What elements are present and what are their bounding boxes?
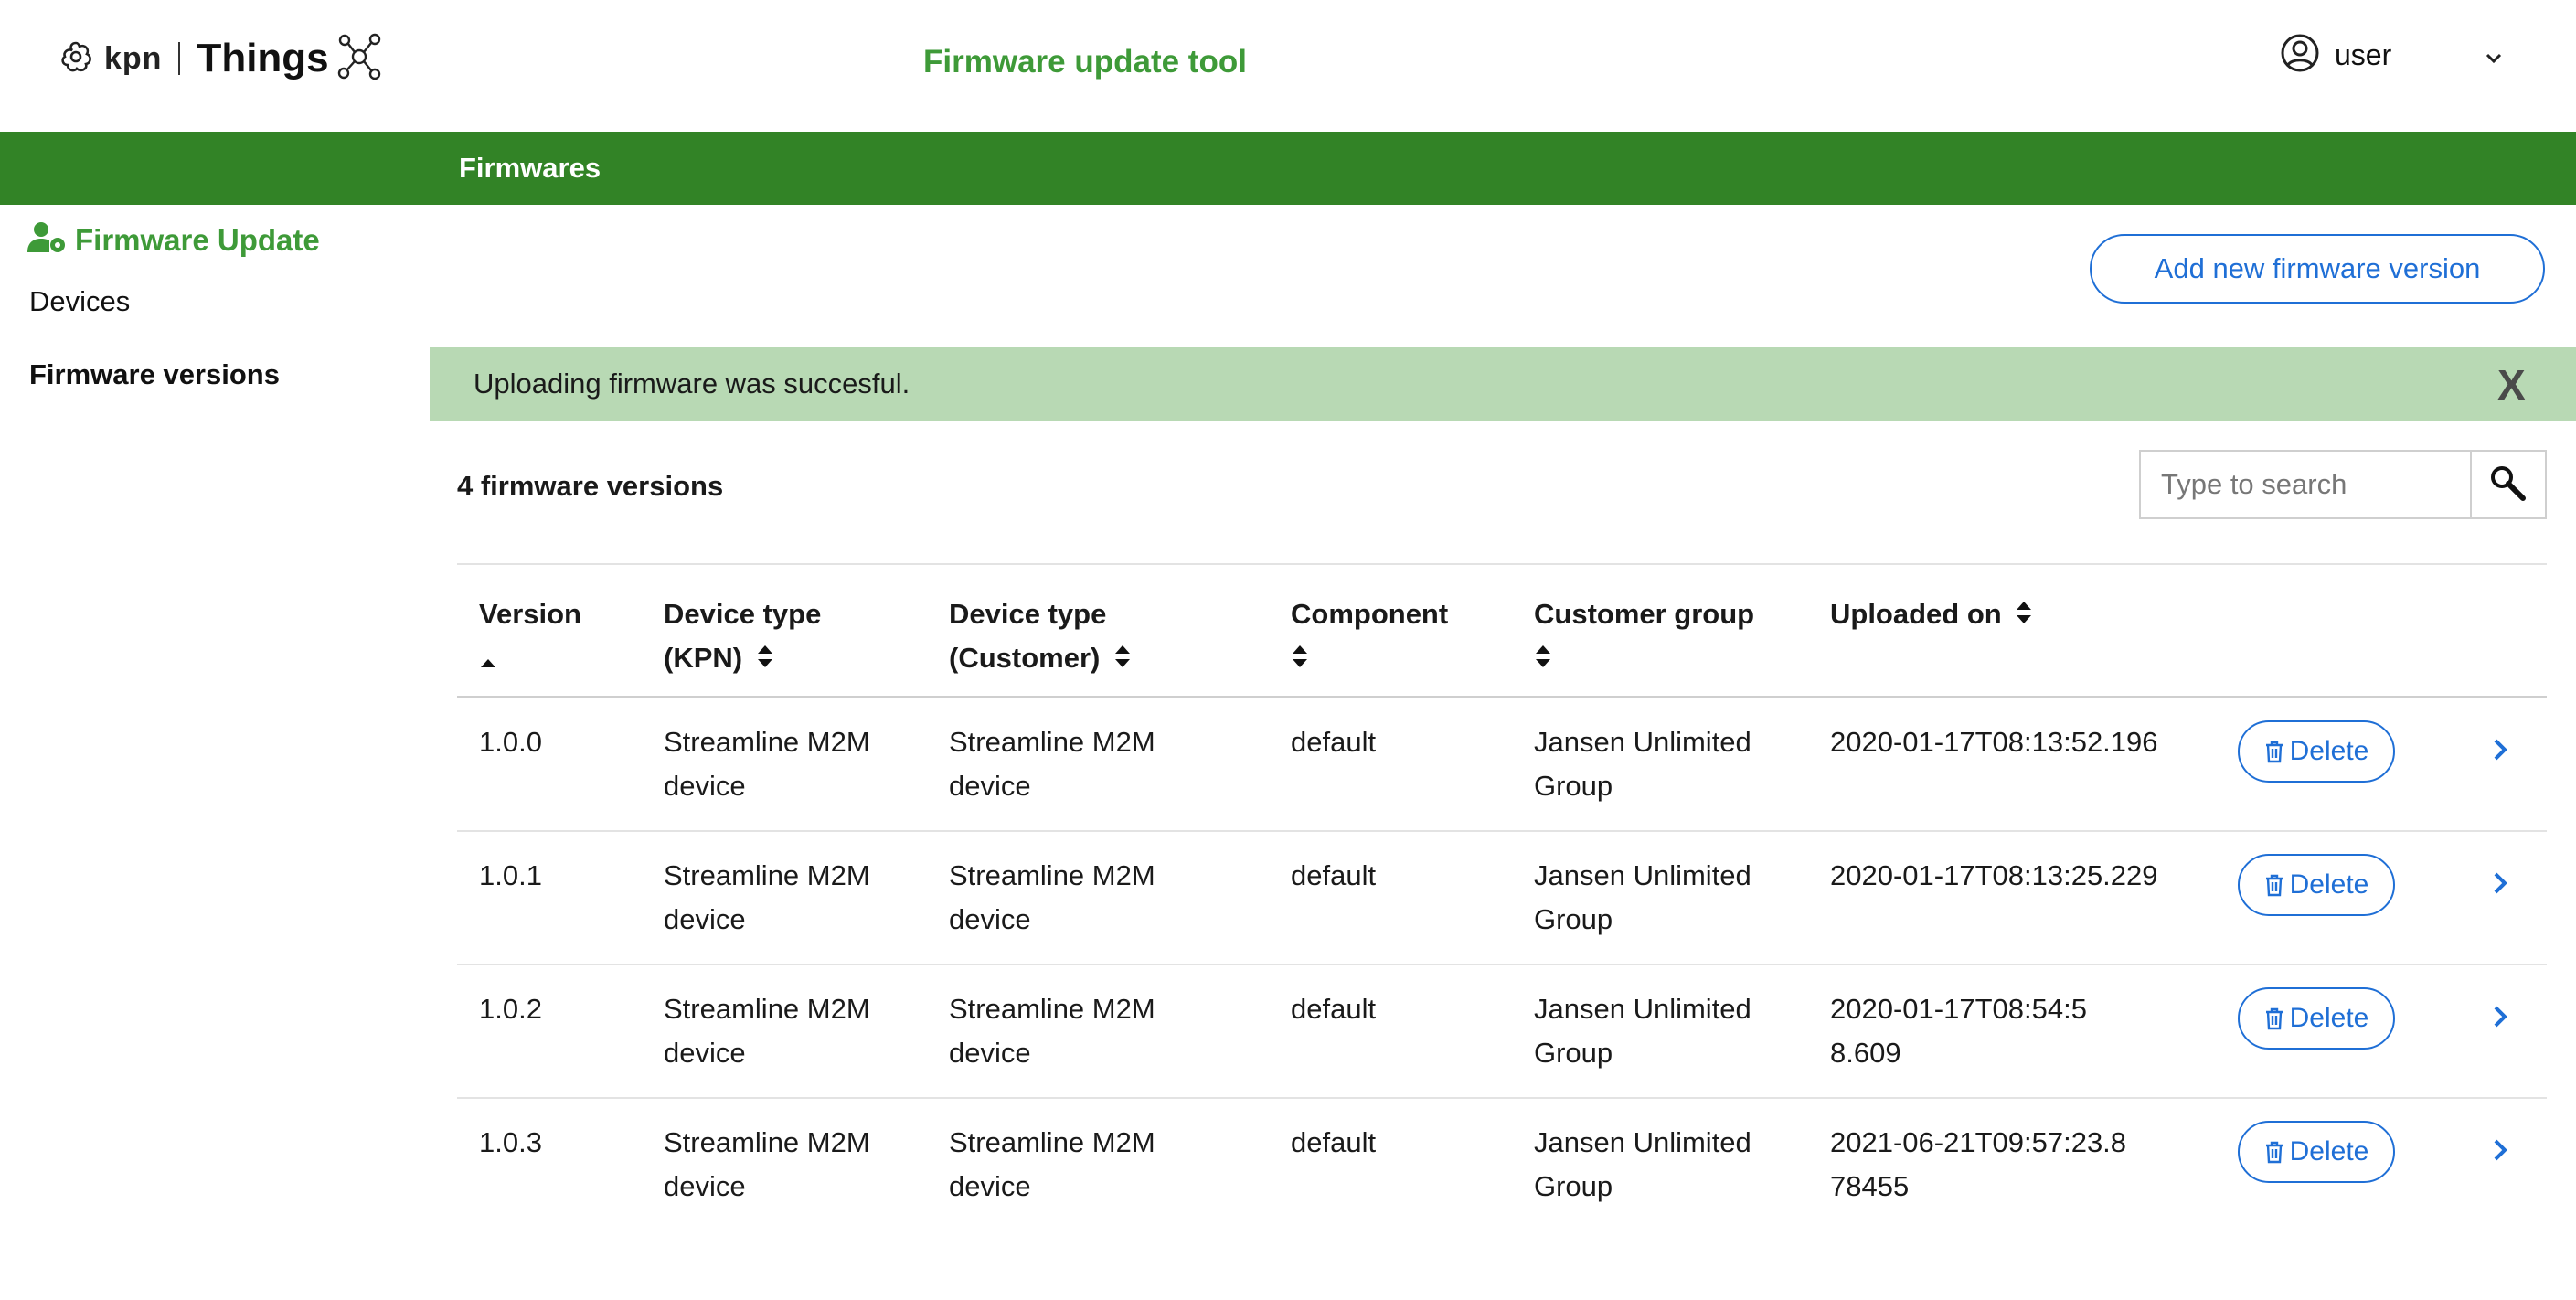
- cell-uploaded-on: 2020-01-17T08:13:52.196: [1830, 726, 2158, 758]
- sidebar-item-devices[interactable]: Devices: [29, 285, 130, 318]
- cell-device-type-customer: Streamline M2M device: [949, 726, 1155, 802]
- sort-icon: [1534, 638, 1552, 682]
- column-label: Component: [1291, 598, 1449, 630]
- firmware-table: Version Device type (KPN) Device type (C…: [457, 563, 2547, 1232]
- cell-uploaded-on: 2020-01-17T08:54:58.609: [1830, 993, 2087, 1069]
- trash-icon: [2265, 874, 2283, 897]
- cell-version: 1.0.0: [479, 726, 542, 758]
- column-label: (KPN): [664, 642, 743, 674]
- cell-customer-group: Jansen Unlimited Group: [1534, 1126, 1751, 1202]
- cell-component: default: [1291, 859, 1377, 891]
- sort-icon: [1113, 638, 1132, 682]
- delete-button[interactable]: Delete: [2238, 987, 2395, 1050]
- trash-icon: [2265, 1007, 2283, 1030]
- app-title: Firmware update tool: [923, 44, 1247, 80]
- delete-button[interactable]: Delete: [2238, 1121, 2395, 1183]
- sort-icon: [756, 638, 774, 682]
- search-button[interactable]: [2470, 450, 2547, 519]
- delete-label: Delete: [2289, 1136, 2369, 1167]
- column-label: Device type: [949, 598, 1107, 630]
- cell-version: 1.0.2: [479, 993, 542, 1025]
- user-menu[interactable]: user: [2280, 33, 2391, 78]
- cell-device-type-customer: Streamline M2M device: [949, 1126, 1155, 1202]
- column-label: (Customer): [949, 642, 1101, 674]
- search-input[interactable]: [2139, 450, 2470, 519]
- logo[interactable]: kpn Things: [55, 33, 382, 84]
- logo-divider: [178, 42, 181, 75]
- cell-customer-group: Jansen Unlimited Group: [1534, 859, 1751, 935]
- trash-icon: [2265, 1141, 2283, 1164]
- column-header-customer-group[interactable]: Customer group: [1534, 592, 1808, 682]
- column-header-component[interactable]: Component: [1291, 592, 1448, 682]
- delete-button[interactable]: Delete: [2238, 854, 2395, 916]
- alert-close-button[interactable]: X: [2497, 360, 2526, 410]
- cell-device-type-kpn: Streamline M2M device: [664, 859, 870, 935]
- cell-uploaded-on: 2020-01-17T08:13:25.229: [1830, 859, 2158, 891]
- column-header-uploaded-on[interactable]: Uploaded on: [1830, 592, 2196, 638]
- cell-component: default: [1291, 993, 1377, 1025]
- table-row[interactable]: 1.0.0 Streamline M2M device Streamline M…: [457, 698, 2547, 832]
- things-network-icon: [336, 32, 382, 86]
- logo-product: Things: [197, 36, 329, 80]
- user-circle-icon: [2280, 33, 2320, 78]
- column-header-device-type-customer[interactable]: Device type (Customer): [949, 592, 1223, 682]
- table-row[interactable]: 1.0.1 Streamline M2M device Streamline M…: [457, 832, 2547, 965]
- column-label: Version: [479, 598, 581, 630]
- chevron-right-icon[interactable]: [2492, 870, 2508, 900]
- cell-device-type-customer: Streamline M2M device: [949, 859, 1155, 935]
- column-label: Uploaded on: [1830, 598, 2002, 630]
- table-row[interactable]: 1.0.3 Streamline M2M device Streamline M…: [457, 1099, 2547, 1232]
- sidebar-section-title: Firmware Update: [75, 222, 320, 257]
- kpn-logo-icon: [55, 36, 97, 82]
- search-icon: [2488, 464, 2528, 506]
- cell-device-type-customer: Streamline M2M device: [949, 993, 1155, 1069]
- sidebar-section-firmware-update[interactable]: Firmware Update: [27, 221, 320, 259]
- cell-customer-group: Jansen Unlimited Group: [1534, 726, 1751, 802]
- sort-icon: [1291, 638, 1309, 682]
- section-title: Firmwares: [459, 152, 601, 184]
- add-firmware-button[interactable]: Add new firmware version: [2090, 234, 2545, 304]
- chevron-right-icon[interactable]: [2492, 737, 2508, 767]
- cell-device-type-kpn: Streamline M2M device: [664, 1126, 870, 1202]
- cell-device-type-kpn: Streamline M2M device: [664, 993, 870, 1069]
- delete-label: Delete: [2289, 1003, 2369, 1033]
- section-bar: Firmwares: [0, 132, 2576, 205]
- delete-label: Delete: [2289, 869, 2369, 900]
- column-label: Customer group: [1534, 598, 1755, 630]
- sort-icon: [2015, 594, 2033, 638]
- column-header-device-type-kpn[interactable]: Device type (KPN): [664, 592, 929, 682]
- chevron-right-icon[interactable]: [2492, 1004, 2508, 1034]
- success-alert: Uploading firmware was succesful. X: [430, 347, 2576, 421]
- top-header: kpn Things Firmware update tool user: [0, 0, 2576, 132]
- user-gear-icon: [27, 221, 68, 259]
- table-row[interactable]: 1.0.2 Streamline M2M device Streamline M…: [457, 965, 2547, 1099]
- cell-customer-group: Jansen Unlimited Group: [1534, 993, 1751, 1069]
- delete-label: Delete: [2289, 736, 2369, 766]
- column-header-version[interactable]: Version: [479, 592, 581, 682]
- result-count: 4 firmware versions: [457, 470, 724, 502]
- logo-brand: kpn: [104, 40, 163, 76]
- cell-device-type-kpn: Streamline M2M device: [664, 726, 870, 802]
- cell-component: default: [1291, 726, 1377, 758]
- user-name: user: [2335, 38, 2392, 71]
- alert-message: Uploading firmware was succesful.: [474, 368, 910, 400]
- sort-ascending-icon: [479, 638, 497, 682]
- cell-version: 1.0.3: [479, 1126, 542, 1158]
- delete-button[interactable]: Delete: [2238, 720, 2395, 783]
- cell-version: 1.0.1: [479, 859, 542, 891]
- chevron-right-icon[interactable]: [2492, 1137, 2508, 1167]
- trash-icon: [2265, 741, 2283, 763]
- chevron-down-icon[interactable]: [2483, 48, 2505, 74]
- sidebar-item-firmware-versions[interactable]: Firmware versions: [29, 358, 280, 391]
- table-header: Version Device type (KPN) Device type (C…: [457, 563, 2547, 698]
- column-label: Device type: [664, 598, 822, 630]
- cell-component: default: [1291, 1126, 1377, 1158]
- cell-uploaded-on: 2021-06-21T09:57:23.878455: [1830, 1126, 2127, 1202]
